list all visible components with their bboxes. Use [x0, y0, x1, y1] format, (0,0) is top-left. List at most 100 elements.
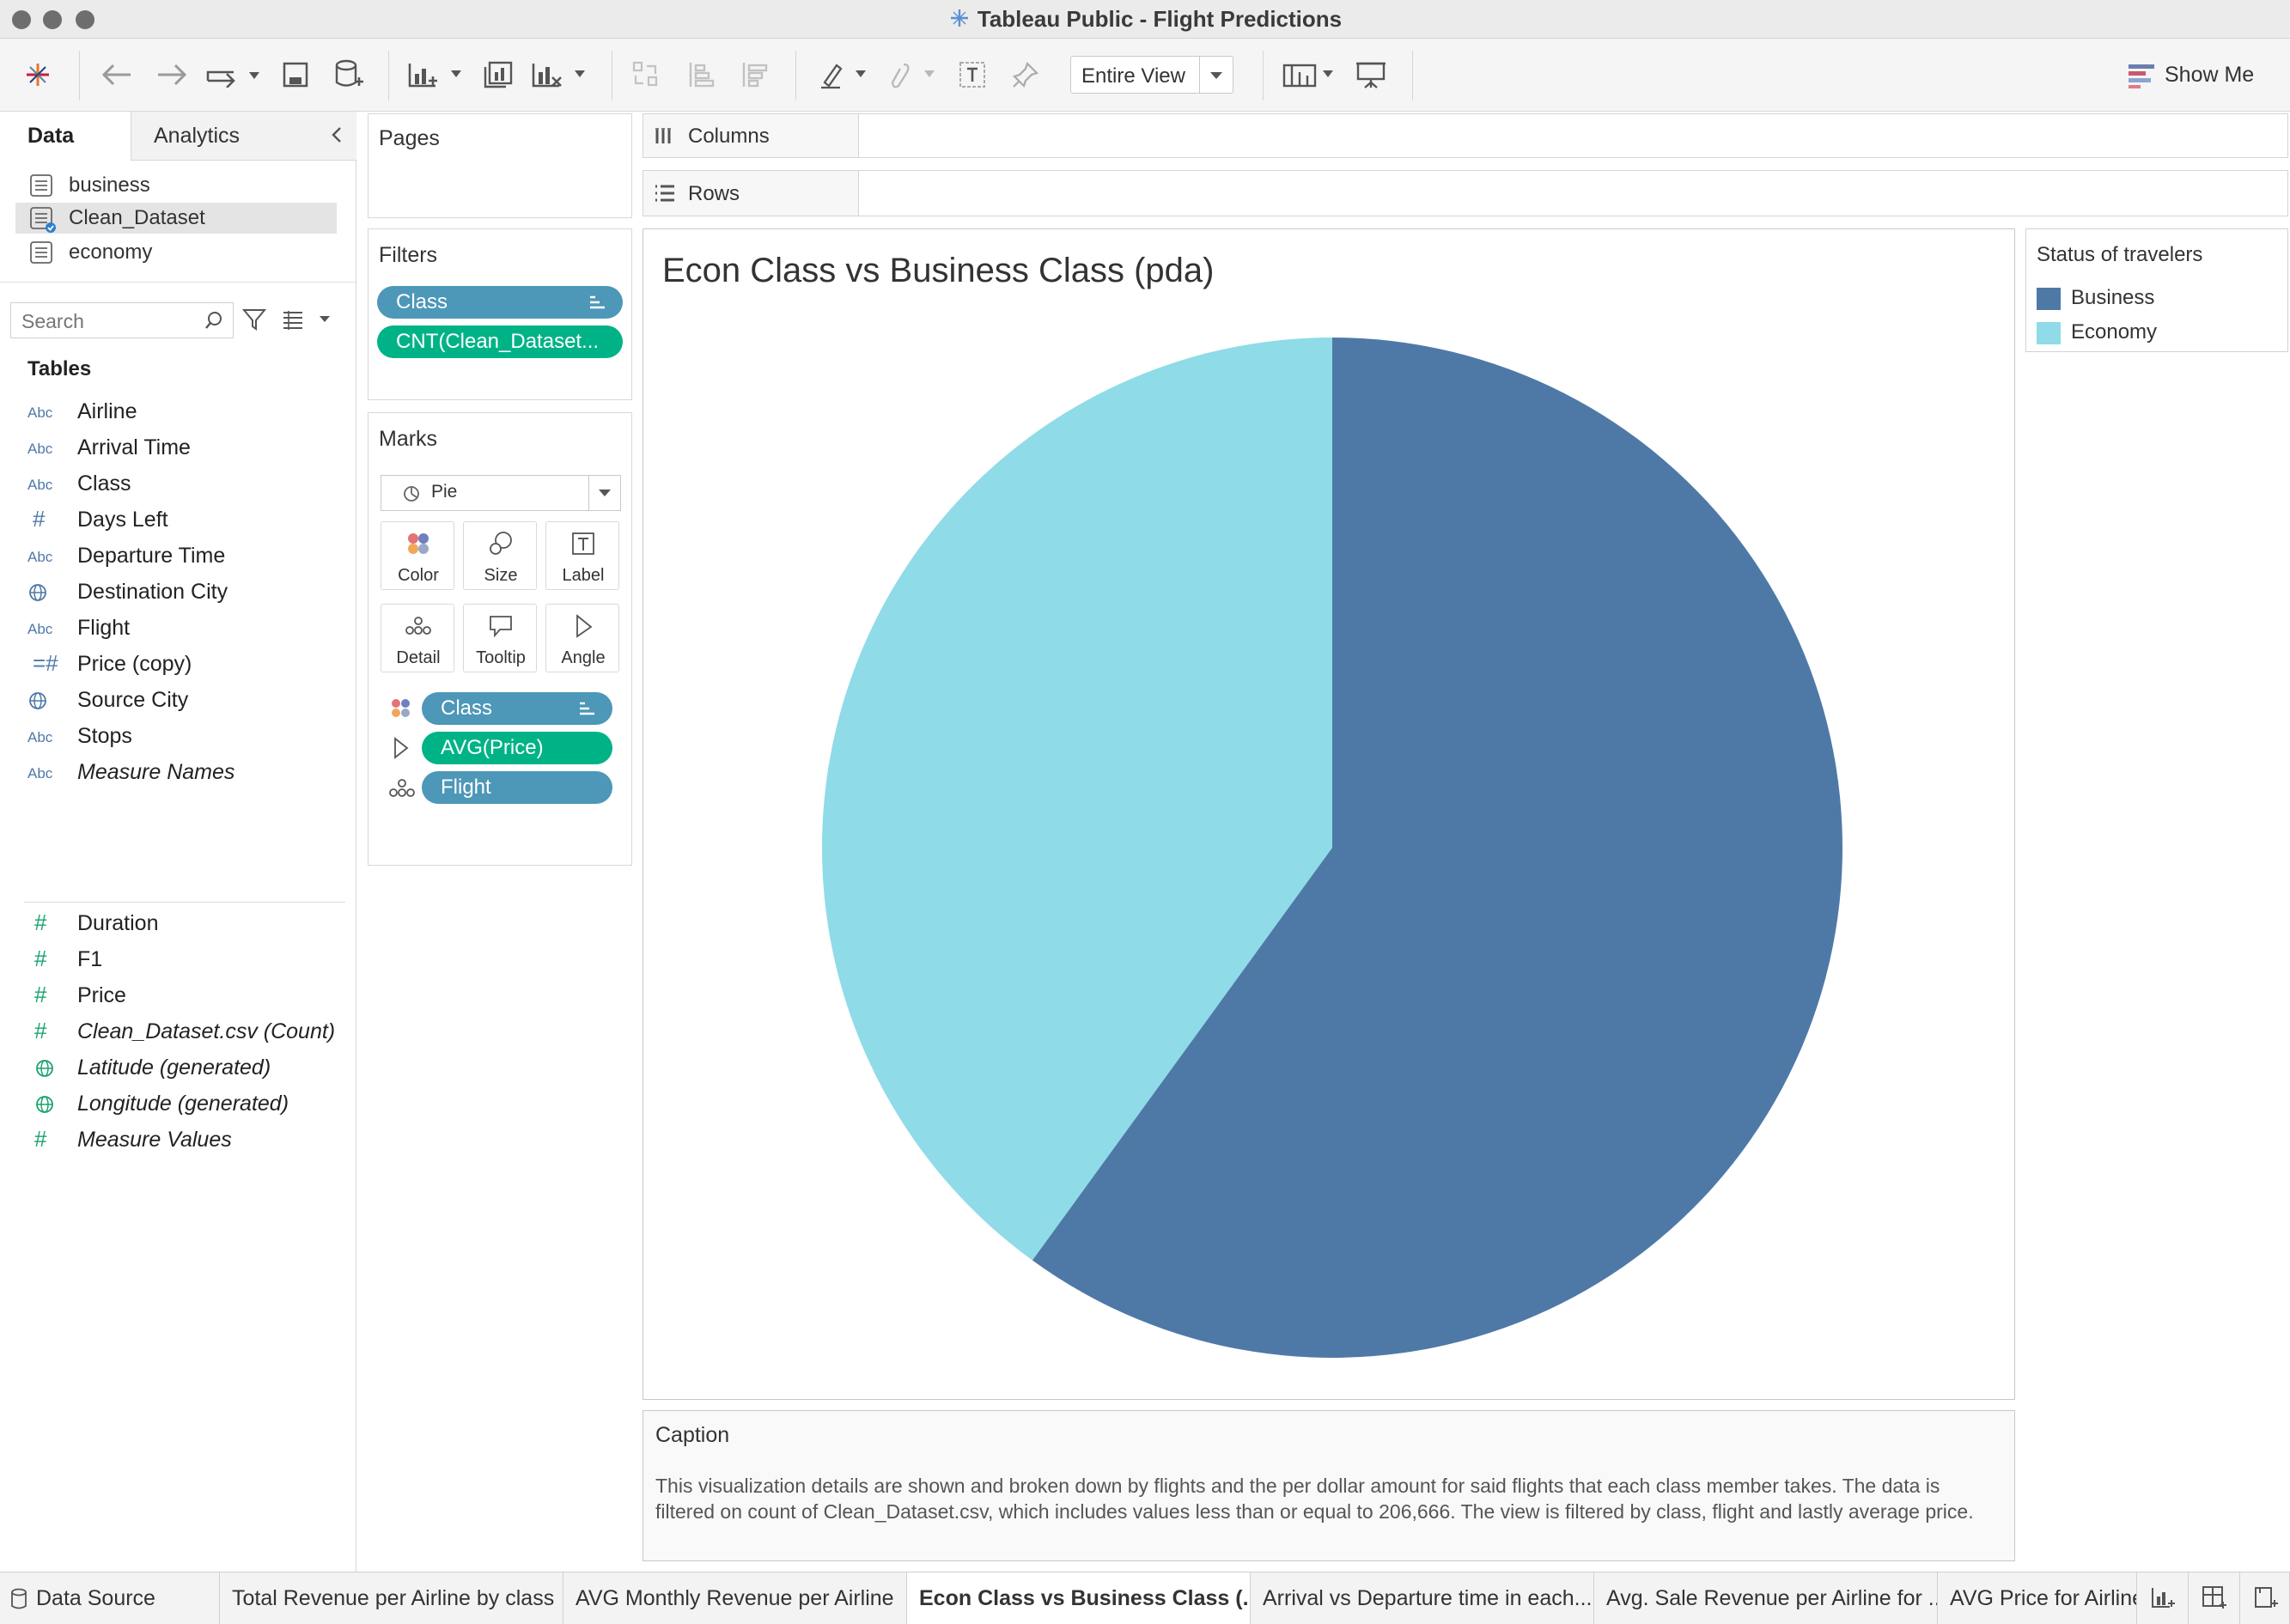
color-legend[interactable]: Status of travelers Business Economy: [2025, 228, 2288, 352]
field-arrival-time[interactable]: Abc Arrival Time: [27, 433, 345, 464]
legend-item-economy[interactable]: Economy: [2037, 317, 2277, 348]
marks-pill-class[interactable]: Class: [422, 692, 612, 725]
group-members-icon[interactable]: [885, 56, 941, 94]
tab-sheet[interactable]: Arrival vs Departure time in each...: [1251, 1572, 1594, 1624]
size-mark-label: Size: [484, 566, 518, 585]
calculated-number-icon: =#: [33, 650, 58, 676]
columns-shelf[interactable]: Columns: [643, 113, 2288, 158]
new-worksheet-tab-button[interactable]: [2137, 1572, 2189, 1624]
field-class[interactable]: Abc Class: [27, 469, 345, 500]
save-icon[interactable]: [277, 56, 314, 94]
filter-pill-count[interactable]: CNT(Clean_Dataset...: [377, 325, 623, 358]
tab-label: AVG Monthly Revenue per Airline: [576, 1586, 894, 1610]
tab-sheet[interactable]: AVG Monthly Revenue per Airline: [563, 1572, 907, 1624]
data-source-clean-dataset[interactable]: Clean_Dataset: [15, 203, 337, 234]
marks-pill-avg-price[interactable]: AVG(Price): [422, 732, 612, 764]
tab-sheet[interactable]: Total Revenue per Airline by class: [220, 1572, 563, 1624]
duplicate-sheet-icon[interactable]: [479, 56, 517, 94]
field-longitude-generated[interactable]: Longitude (generated): [27, 1089, 345, 1120]
redo-dropdown-icon[interactable]: [203, 56, 263, 94]
tab-data-source[interactable]: Data Source: [0, 1572, 220, 1624]
pages-title: Pages: [379, 126, 440, 150]
field-label: Days Left: [77, 508, 168, 532]
color-mark-button[interactable]: Color: [381, 521, 454, 590]
tooltip-mark-button[interactable]: Tooltip: [463, 604, 537, 672]
show-mark-labels-icon[interactable]: [953, 56, 991, 94]
detail-mark-button[interactable]: Detail: [381, 604, 454, 672]
tab-data-label: Data: [27, 124, 75, 148]
pie-chart[interactable]: [643, 229, 2014, 1399]
detail-mark-label: Detail: [396, 648, 441, 667]
tab-data[interactable]: Data: [0, 112, 131, 162]
swap-rows-columns-icon[interactable]: [627, 56, 665, 94]
marks-pill-label: Class: [441, 696, 493, 720]
view-options-icon[interactable]: [282, 309, 333, 334]
field-clean-dataset-csv-count[interactable]: # Clean_Dataset.csv (Count): [27, 1017, 345, 1048]
field-destination-city[interactable]: Destination City: [27, 577, 345, 608]
field-airline[interactable]: Abc Airline: [27, 397, 345, 428]
tab-sheet[interactable]: Avg. Sale Revenue per Airline for ...: [1594, 1572, 1938, 1624]
size-mark-button[interactable]: Size: [463, 521, 537, 590]
field-stops[interactable]: Abc Stops: [27, 721, 345, 752]
field-latitude-generated[interactable]: Latitude (generated): [27, 1053, 345, 1084]
angle-mark-button[interactable]: Angle: [545, 604, 619, 672]
sheet-tab-bar: Data Source Total Revenue per Airline by…: [0, 1572, 2290, 1624]
fit-view-dropdown[interactable]: Entire View: [1070, 56, 1233, 94]
number-type-icon: #: [34, 1126, 47, 1152]
field-measure-values[interactable]: # Measure Values: [27, 1125, 345, 1156]
pin-axes-icon[interactable]: [1007, 56, 1045, 94]
show-cards-icon[interactable]: [1280, 56, 1340, 94]
string-type-icon: Abc: [27, 765, 53, 782]
filters-card[interactable]: Filters Class CNT(Clean_Dataset...: [368, 228, 632, 400]
chevron-down-icon[interactable]: [588, 476, 620, 510]
search-input[interactable]: [20, 308, 195, 334]
tableau-home-icon[interactable]: [19, 56, 57, 94]
filter-pill-class[interactable]: Class: [377, 286, 623, 319]
rows-shelf[interactable]: Rows: [643, 170, 2288, 216]
back-arrow-icon[interactable]: [96, 56, 137, 94]
field-price[interactable]: # Price: [27, 981, 345, 1012]
marks-pill-flight[interactable]: Flight: [422, 771, 612, 804]
pages-card[interactable]: Pages: [368, 113, 632, 218]
clear-sheet-icon[interactable]: [529, 56, 591, 94]
number-type-icon: #: [34, 946, 47, 971]
forward-arrow-icon[interactable]: [151, 56, 192, 94]
data-source-economy[interactable]: economy: [29, 237, 338, 268]
field-source-city[interactable]: Source City: [27, 685, 345, 716]
search-field[interactable]: [10, 302, 234, 338]
data-pane: Data Analytics business Clean_Dataset ec…: [0, 112, 356, 1572]
sort-descending-icon[interactable]: [735, 56, 773, 94]
legend-item-business[interactable]: Business: [2037, 283, 2277, 313]
sort-ascending-icon[interactable]: [682, 56, 720, 94]
filter-funnel-icon[interactable]: [241, 307, 267, 336]
label-mark-button[interactable]: Label: [545, 521, 619, 590]
field-days-left[interactable]: # Days Left: [27, 505, 345, 536]
search-icon[interactable]: [204, 310, 224, 335]
field-f1[interactable]: # F1: [27, 945, 345, 976]
highlight-pen-icon[interactable]: [816, 56, 873, 94]
tab-analytics[interactable]: Analytics: [131, 112, 356, 161]
field-flight[interactable]: Abc Flight: [27, 613, 345, 644]
field-price-copy[interactable]: =# Price (copy): [27, 649, 345, 680]
field-measure-names[interactable]: Abc Measure Names: [27, 757, 345, 788]
title-bar: Tableau Public - Flight Predictions: [0, 0, 2290, 39]
data-source-business[interactable]: business: [29, 170, 338, 201]
mark-type-dropdown[interactable]: Pie: [381, 475, 621, 511]
new-story-tab-button[interactable]: [2240, 1572, 2290, 1624]
caption-panel[interactable]: Caption This visualization details are s…: [643, 1410, 2015, 1561]
globe-icon: [34, 1058, 72, 1085]
presentation-mode-icon[interactable]: [1352, 56, 1390, 94]
field-duration[interactable]: # Duration: [27, 909, 345, 940]
new-dashboard-tab-button[interactable]: [2189, 1572, 2240, 1624]
detail-icon: [381, 613, 455, 643]
new-worksheet-icon[interactable]: [405, 56, 467, 94]
rows-icon: [654, 183, 676, 208]
field-departure-time[interactable]: Abc Departure Time: [27, 541, 345, 572]
new-data-source-icon[interactable]: [330, 56, 368, 94]
tab-sheet[interactable]: AVG Price for Airline: [1938, 1572, 2137, 1624]
tab-sheet-active[interactable]: Econ Class vs Business Class (...: [907, 1572, 1251, 1624]
sort-icon: [578, 700, 597, 724]
collapse-pane-icon[interactable]: [329, 125, 344, 149]
globe-icon: [34, 1094, 72, 1121]
chevron-down-icon[interactable]: [1199, 57, 1233, 93]
